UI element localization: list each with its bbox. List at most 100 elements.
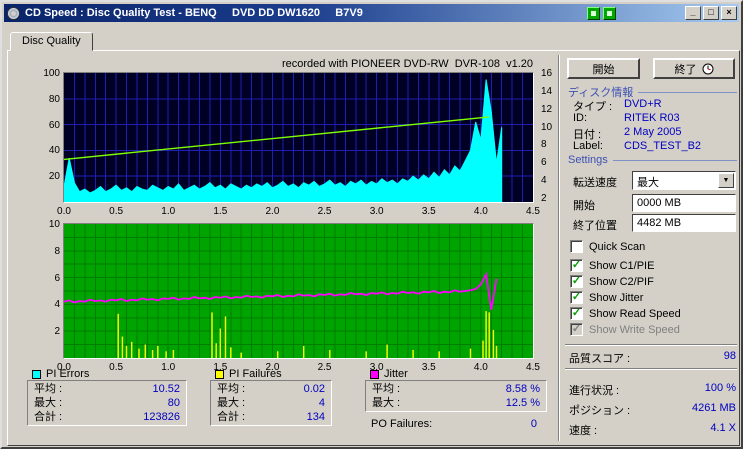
checkbox-box[interactable]: ✓ bbox=[570, 307, 583, 320]
axis-tick-label: 2.5 bbox=[317, 362, 332, 373]
checkbox-show-read-speed[interactable]: ✓ Show Read Speed bbox=[570, 307, 681, 320]
checkbox-show-c1-pie[interactable]: ✓ Show C1/PIE bbox=[570, 259, 654, 272]
separator bbox=[565, 344, 737, 346]
progress-row: 進行状況 : 100 % bbox=[569, 382, 736, 398]
axis-tick-label: 6 bbox=[541, 157, 547, 169]
axis-tick-label: 3.0 bbox=[369, 362, 384, 373]
axis-tick-label: 4.5 bbox=[526, 206, 540, 217]
stat-label: 平均 : bbox=[217, 383, 246, 395]
quality-score-row: 品質スコア : 98 bbox=[569, 350, 736, 366]
checkbox-show-c2-pif[interactable]: ✓ Show C2/PIF bbox=[570, 275, 654, 288]
speed-select-label: 転送速度 bbox=[573, 177, 617, 189]
stat-label: 最大 : bbox=[372, 397, 401, 409]
axis-tick-label: 80 bbox=[48, 93, 60, 105]
checkbox-box[interactable]: ✓ bbox=[570, 291, 583, 304]
checkbox-box[interactable]: ✓ bbox=[570, 259, 583, 272]
axis-tick-label: 20 bbox=[48, 171, 60, 183]
axis-tick-label: 2.0 bbox=[265, 362, 280, 373]
settings-section-header: Settings bbox=[568, 154, 737, 166]
end-position-input[interactable]: 4482 MB bbox=[632, 214, 736, 232]
start-button-label: 開始 bbox=[592, 63, 615, 76]
speed-value: 4.1 X bbox=[710, 422, 736, 434]
checkbox-label: Quick Scan bbox=[589, 240, 646, 253]
checkbox-box[interactable] bbox=[570, 240, 583, 253]
pi-failures-statbox: 平均 : 0.02 最大 : 4 合計 : 134 bbox=[210, 380, 332, 426]
disc-info-row-id: ID: RITEK R03 bbox=[573, 112, 680, 124]
pi-errors-swatch bbox=[32, 369, 41, 379]
axis-tick-label: 4 bbox=[541, 175, 547, 187]
quality-score-label: 品質スコア : bbox=[569, 353, 631, 365]
speed-select[interactable]: 最大 ▼ bbox=[632, 171, 736, 190]
minimize-button[interactable]: _ bbox=[685, 6, 701, 20]
checkbox-label: Show Write Speed bbox=[589, 323, 680, 336]
axis-tick-label: 10 bbox=[48, 219, 60, 230]
axis-tick-label: 1.5 bbox=[213, 206, 228, 217]
axis-tick-label: 1.0 bbox=[161, 362, 176, 373]
app-window: CD Speed : Disc Quality Test - BENQ DVD … bbox=[0, 0, 743, 449]
position-value: 4261 MB bbox=[691, 402, 736, 414]
progress-value: 100 % bbox=[704, 382, 736, 394]
axis-tick-label: 0.5 bbox=[109, 206, 124, 217]
stat-value: 134 bbox=[306, 411, 325, 423]
axis-tick-label: 40 bbox=[48, 145, 60, 157]
axis-tick-label: 16 bbox=[541, 68, 553, 79]
axis-tick-label: 4.0 bbox=[473, 362, 488, 373]
po-failures-row: PO Failures: 0 bbox=[371, 418, 537, 430]
axis-tick-label: 14 bbox=[541, 85, 553, 97]
stat-value: 12.5 % bbox=[505, 397, 540, 409]
chevron-down-icon[interactable]: ▼ bbox=[718, 173, 734, 188]
pi-errors-chart-plot bbox=[63, 72, 534, 203]
stat-label: 合計 : bbox=[34, 411, 63, 423]
close-button[interactable]: × bbox=[721, 6, 737, 20]
axis-tick-label: 4.5 bbox=[526, 362, 540, 373]
speed-select-value: 最大 bbox=[637, 177, 659, 189]
checkbox-label: Show Read Speed bbox=[589, 307, 681, 320]
pi-errors-statbox: 平均 : 10.52 最大 : 80 合計 : 123826 bbox=[27, 380, 187, 426]
position-row: ポジション : 4261 MB bbox=[569, 402, 736, 418]
green-chart-icon[interactable] bbox=[603, 7, 616, 20]
jitter-and-pi-failures-svg bbox=[63, 224, 533, 358]
exit-button[interactable]: 終了 bbox=[653, 58, 735, 79]
speed-row: 速度 : 4.1 X bbox=[569, 422, 736, 438]
stat-value: 4 bbox=[318, 397, 325, 409]
window-title: CD Speed : Disc Quality Test - BENQ DVD … bbox=[25, 7, 363, 19]
speed-label: 速度 : bbox=[569, 425, 598, 437]
checkbox-show-write-speed: ✓ Show Write Speed bbox=[570, 323, 680, 336]
progress-label: 進行状況 : bbox=[569, 385, 620, 397]
axis-tick-label: 0.0 bbox=[57, 206, 71, 217]
po-failures-label: PO Failures: bbox=[371, 418, 433, 430]
axis-tick-label: 0.0 bbox=[57, 362, 71, 373]
axis-tick-label: 4 bbox=[54, 299, 60, 311]
start-position-input[interactable]: 0000 MB bbox=[632, 194, 736, 212]
chart-note: recorded with PIONEER DVD-RW DVR-108 v1.… bbox=[281, 58, 533, 70]
green-disc-icon[interactable] bbox=[587, 7, 600, 20]
titlebar[interactable]: CD Speed : Disc Quality Test - BENQ DVD … bbox=[4, 4, 739, 22]
checkbox-label: Show C1/PIE bbox=[589, 259, 655, 272]
jitter-chart-plot bbox=[63, 223, 534, 359]
start-button[interactable]: 開始 bbox=[567, 58, 640, 79]
checkbox-box[interactable]: ✓ bbox=[570, 275, 583, 288]
checkbox-quick-scan[interactable]: Quick Scan bbox=[570, 240, 645, 253]
jitter-statbox: 平均 : 8.58 % 最大 : 12.5 % bbox=[365, 380, 547, 412]
stat-value: 80 bbox=[167, 397, 180, 409]
stat-value: 8.58 % bbox=[505, 383, 540, 395]
tab-disc-quality[interactable]: Disc Quality bbox=[10, 32, 93, 51]
clock-icon bbox=[702, 63, 713, 74]
checkbox-show-jitter[interactable]: ✓ Show Jitter bbox=[570, 291, 643, 304]
stat-value: 0.02 bbox=[303, 383, 325, 395]
axis-tick-label: 6 bbox=[54, 272, 60, 284]
stat-label: 平均 : bbox=[34, 383, 63, 395]
axis-tick-label: 60 bbox=[48, 119, 60, 131]
axis-tick-label: 3.5 bbox=[421, 362, 436, 373]
cd-app-icon bbox=[7, 6, 20, 20]
stat-label: 最大 : bbox=[217, 397, 246, 409]
end-position-label: 終了位置 bbox=[573, 220, 617, 232]
disc-info-row-label: Label: CDS_TEST_B2 bbox=[573, 140, 702, 152]
axis-tick-label: 10 bbox=[541, 121, 553, 133]
axis-tick-label: 2 bbox=[541, 193, 547, 204]
maximize-button[interactable]: □ bbox=[703, 6, 719, 20]
po-failures-value: 0 bbox=[530, 418, 537, 430]
position-label: ポジション : bbox=[569, 405, 631, 417]
separator bbox=[565, 368, 737, 370]
axis-tick-label: 2 bbox=[54, 326, 60, 338]
